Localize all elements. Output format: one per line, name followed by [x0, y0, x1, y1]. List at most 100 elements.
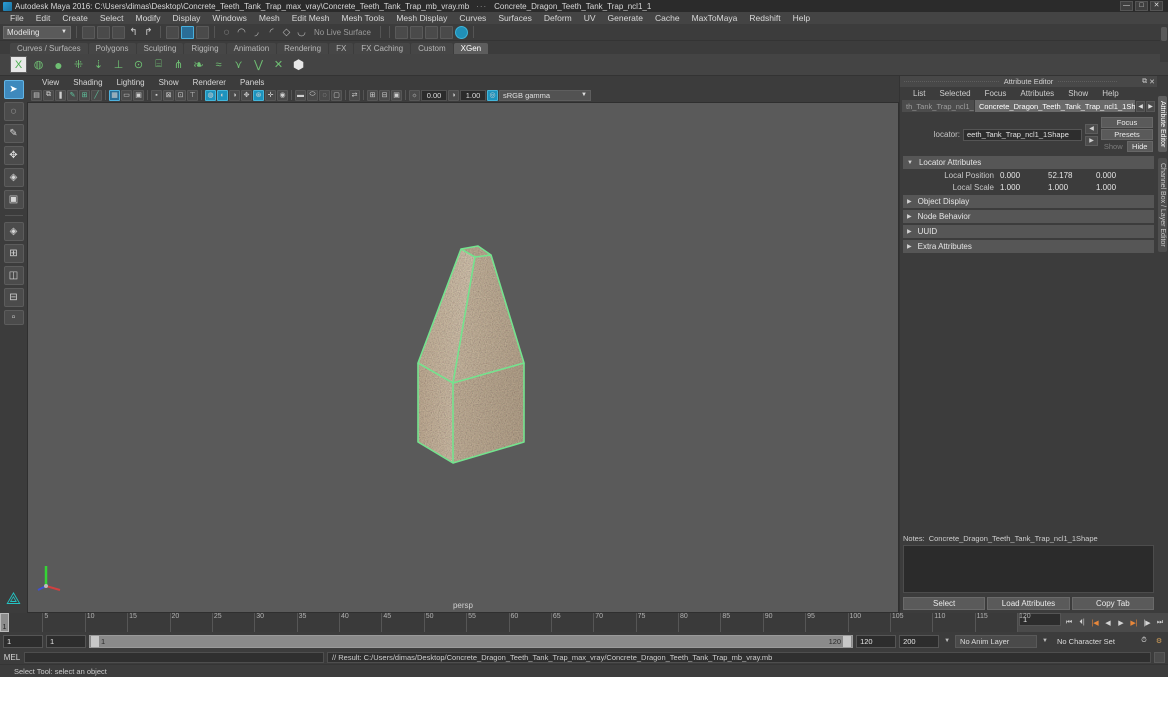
- scale-tool[interactable]: ▣: [4, 190, 24, 209]
- ae-menu-item-selected[interactable]: Selected: [932, 89, 977, 98]
- minimize-button[interactable]: —: [1120, 1, 1133, 11]
- gate-mask-icon[interactable]: ▢: [331, 90, 342, 101]
- persp-outliner-layout[interactable]: ⊟: [4, 288, 24, 307]
- section-locator-attributes[interactable]: ▼ Locator Attributes: [903, 156, 1154, 169]
- move-tool[interactable]: ✥: [4, 146, 24, 165]
- play-backwards-icon[interactable]: ◀: [1102, 616, 1114, 629]
- snap-curve-icon[interactable]: ◠: [235, 26, 248, 39]
- tab-channel-box-layer-editor[interactable]: Channel Box / Layer Editor: [1158, 158, 1167, 252]
- menu-item-create[interactable]: Create: [56, 13, 94, 23]
- animation-end-field[interactable]: 200: [899, 635, 939, 648]
- paint-select-tool[interactable]: ✎: [4, 124, 24, 143]
- show-button[interactable]: Show: [1101, 141, 1126, 152]
- viewport-menu-item-lighting[interactable]: Lighting: [110, 78, 152, 87]
- menu-item-windows[interactable]: Windows: [206, 13, 252, 23]
- bookmark-icon[interactable]: ❚: [55, 90, 66, 101]
- ae-menu-item-show[interactable]: Show: [1061, 89, 1095, 98]
- node-tab-shape[interactable]: Concrete_Dragon_Teeth_Tank_Trap_ncl1_1Sh…: [975, 100, 1135, 112]
- multisample-icon[interactable]: ⊛: [253, 90, 264, 101]
- close-icon[interactable]: ✕: [1149, 78, 1155, 86]
- menu-item-curves[interactable]: Curves: [453, 13, 492, 23]
- save-scene-icon[interactable]: [112, 26, 125, 39]
- shadows-icon[interactable]: ◐: [217, 90, 228, 101]
- chevron-down-icon[interactable]: ▼: [942, 638, 952, 644]
- section-extra-attributes[interactable]: ▶ Extra Attributes: [903, 240, 1154, 253]
- select-tool[interactable]: ➤: [4, 80, 24, 99]
- range-left-handle[interactable]: [91, 636, 99, 647]
- menu-item-file[interactable]: File: [4, 13, 30, 23]
- playback-end-field[interactable]: 120: [856, 635, 896, 648]
- load-attributes-button[interactable]: Load Attributes: [987, 597, 1069, 610]
- isolate-select-icon[interactable]: ◉: [277, 90, 288, 101]
- menu-item-mesh[interactable]: Mesh: [253, 13, 286, 23]
- step-forward-frame-icon[interactable]: ▶|: [1128, 616, 1140, 629]
- menu-item-edit[interactable]: Edit: [30, 13, 57, 23]
- playback-start-field[interactable]: 1: [46, 635, 86, 648]
- command-input[interactable]: [24, 652, 324, 663]
- select-by-object-icon[interactable]: [181, 26, 194, 39]
- playhead[interactable]: 1: [0, 613, 9, 632]
- undo-icon[interactable]: ↰: [127, 26, 140, 39]
- shelf-tab-xgen[interactable]: XGen: [454, 43, 488, 54]
- undock-icon[interactable]: ⧉: [1142, 78, 1147, 86]
- camera-attributes-icon[interactable]: ▤: [31, 90, 42, 101]
- menu-item-select[interactable]: Select: [94, 13, 130, 23]
- resolution-gate-icon[interactable]: ◌: [319, 90, 330, 101]
- shelf-tab-curves-surfaces[interactable]: Curves / Surfaces: [10, 43, 88, 54]
- menu-item-cache[interactable]: Cache: [649, 13, 686, 23]
- render-settings-icon[interactable]: [425, 26, 438, 39]
- range-bar[interactable]: 1 120: [89, 635, 853, 648]
- menu-set-selector[interactable]: Modeling ▼: [3, 26, 71, 39]
- xgen-editor-icon[interactable]: X: [10, 56, 27, 73]
- menu-item-surfaces[interactable]: Surfaces: [492, 13, 538, 23]
- grid-icon[interactable]: ⊞: [79, 90, 90, 101]
- xgen-clump-icon[interactable]: ⋎: [230, 56, 247, 73]
- panel-zoom-icon[interactable]: ⊞: [367, 90, 378, 101]
- menu-item-mesh-display[interactable]: Mesh Display: [390, 13, 453, 23]
- render-icon[interactable]: [410, 26, 423, 39]
- rotate-tool[interactable]: ◈: [4, 168, 24, 187]
- exposure-value[interactable]: 0.00: [421, 90, 447, 101]
- maximize-button[interactable]: □: [1135, 1, 1148, 11]
- open-scene-icon[interactable]: [97, 26, 110, 39]
- step-back-keyframe-icon[interactable]: ⏴|: [1076, 616, 1088, 629]
- snap-grid-icon[interactable]: ◌: [220, 26, 233, 39]
- panel-reset-icon[interactable]: ▣: [391, 90, 402, 101]
- smooth-shade-all-icon[interactable]: ▭: [121, 90, 132, 101]
- shelf-tab-sculpting[interactable]: Sculpting: [137, 43, 184, 54]
- ipr-icon[interactable]: [455, 26, 468, 39]
- viewport-menu-item-renderer[interactable]: Renderer: [186, 78, 233, 87]
- menu-item-maxtomaya[interactable]: MaxToMaya: [686, 13, 744, 23]
- xgen-delete-icon[interactable]: ✕: [270, 56, 287, 73]
- grid-toggle-icon[interactable]: ▬: [295, 90, 306, 101]
- panel-pan-icon[interactable]: ⊟: [379, 90, 390, 101]
- viewport-menu-item-shading[interactable]: Shading: [66, 78, 109, 87]
- menu-item-display[interactable]: Display: [167, 13, 207, 23]
- time-slider[interactable]: 1 51015202530354045505560657075808590951…: [0, 613, 1168, 632]
- menu-item-help[interactable]: Help: [787, 13, 816, 23]
- section-node-behavior[interactable]: ▶ Node Behavior: [903, 210, 1154, 223]
- gamma-icon[interactable]: ◑: [448, 90, 459, 101]
- select-output-icon[interactable]: ▶: [1085, 136, 1098, 146]
- redo-icon[interactable]: ↱: [142, 26, 155, 39]
- xgen-groom-icon[interactable]: ⇣: [90, 56, 107, 73]
- copy-tab-button[interactable]: Copy Tab: [1072, 597, 1154, 610]
- viewport-menu-item-view[interactable]: View: [35, 78, 66, 87]
- select-button[interactable]: Select: [903, 597, 985, 610]
- wireframe-on-shaded-icon[interactable]: ⊠: [163, 90, 174, 101]
- section-object-display[interactable]: ▶ Object Display: [903, 195, 1154, 208]
- shelf-scrollbar[interactable]: [1160, 26, 1168, 62]
- script-language-label[interactable]: MEL: [3, 653, 21, 662]
- smooth-shade-textured-icon[interactable]: ▣: [133, 90, 144, 101]
- xgen-layers-icon[interactable]: ❧: [190, 56, 207, 73]
- hide-button[interactable]: Hide: [1127, 141, 1154, 152]
- tank-trap-3d-model[interactable]: [383, 235, 543, 480]
- menu-item-redshift[interactable]: Redshift: [743, 13, 786, 23]
- gamma-value[interactable]: 1.00: [460, 90, 486, 101]
- attr-value-y[interactable]: 52.178: [1048, 171, 1096, 180]
- color-management-icon[interactable]: ◎: [487, 90, 498, 101]
- go-to-start-icon[interactable]: ⏮: [1063, 616, 1075, 629]
- depth-of-field-icon[interactable]: ✛: [265, 90, 276, 101]
- two-pane-side-layout[interactable]: ◫: [4, 266, 24, 285]
- snap-view-plane-icon[interactable]: ◇: [280, 26, 293, 39]
